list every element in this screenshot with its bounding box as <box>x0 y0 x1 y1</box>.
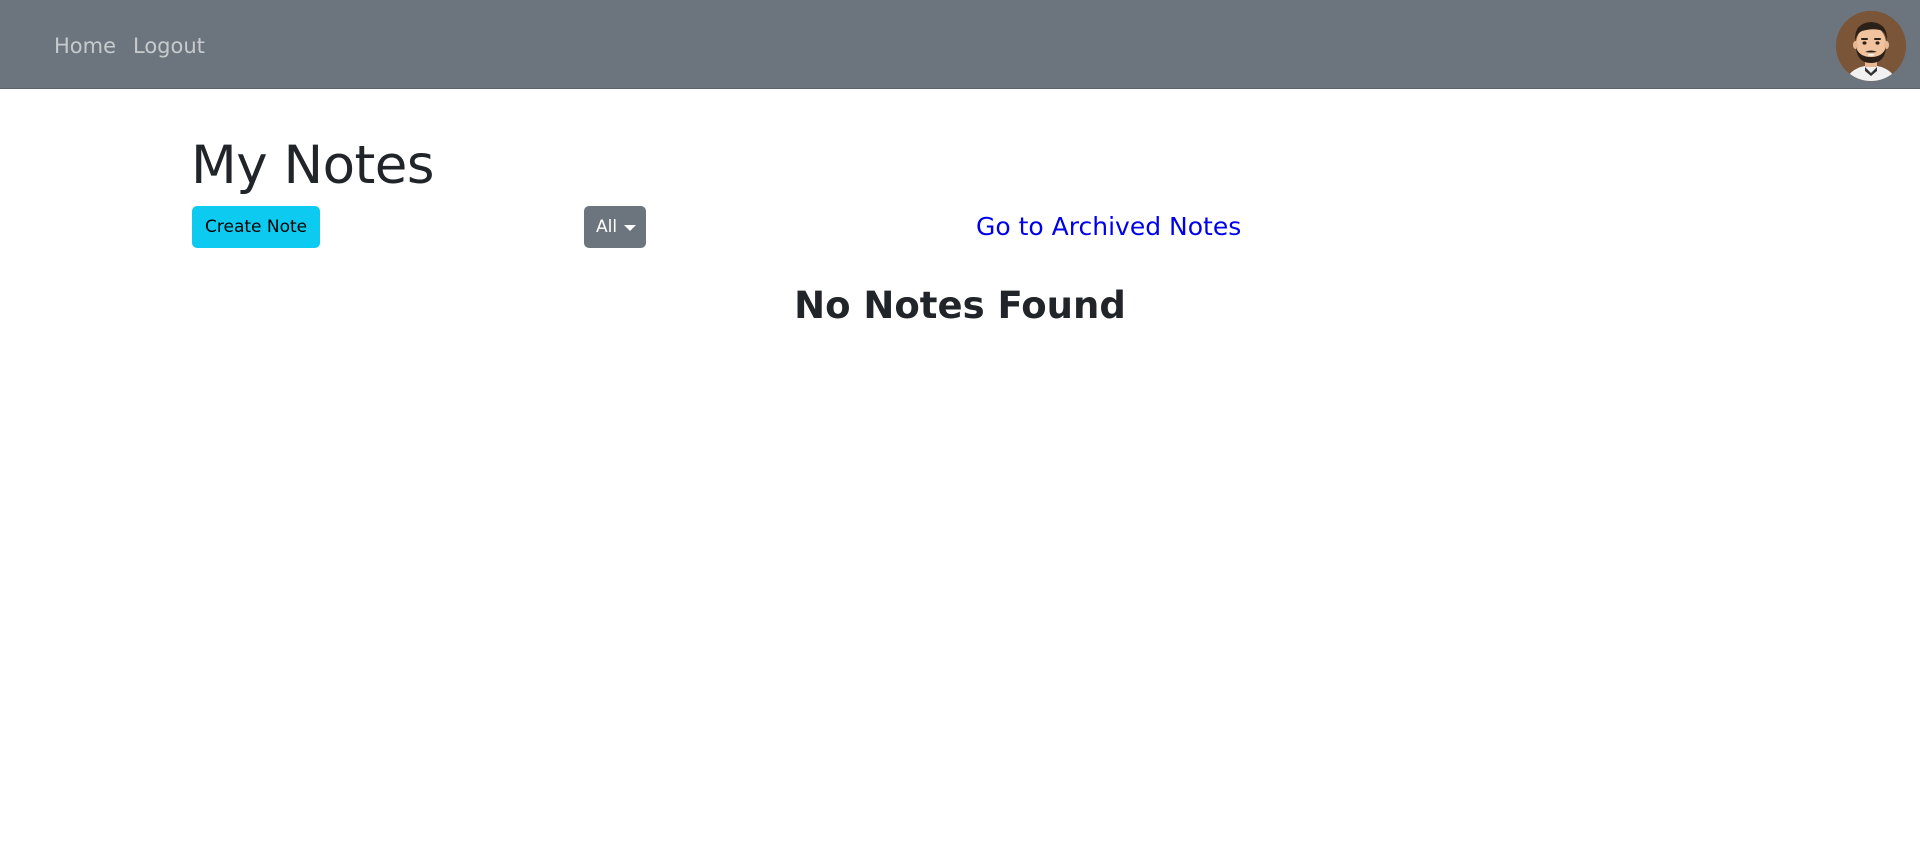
page-title: My Notes <box>191 135 435 196</box>
empty-state-message: No Notes Found <box>794 284 1126 327</box>
caret-down-icon <box>624 225 636 231</box>
filter-dropdown-button[interactable]: All <box>584 206 646 248</box>
user-avatar-icon[interactable] <box>1836 11 1906 81</box>
create-note-button[interactable]: Create Note <box>192 206 321 248</box>
nav-logout-link[interactable]: Logout <box>133 32 205 60</box>
nav-home-link[interactable]: Home <box>54 32 116 60</box>
notes-list: No Notes Found <box>192 282 1728 330</box>
archived-notes-link[interactable]: Go to Archived Notes <box>976 210 1241 244</box>
top-navbar: Home Logout <box>0 0 1920 89</box>
filter-selected-label: All <box>596 217 618 237</box>
